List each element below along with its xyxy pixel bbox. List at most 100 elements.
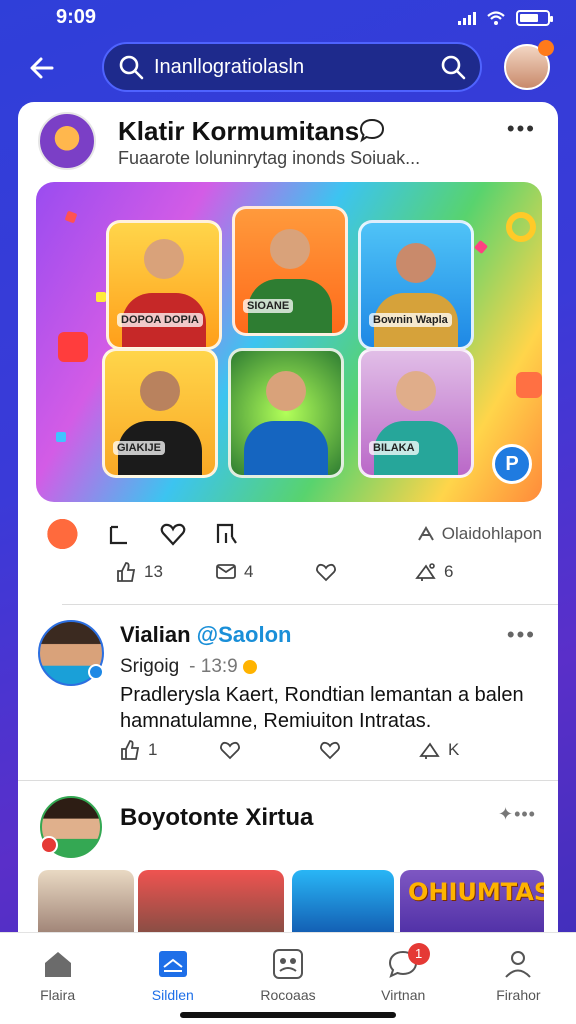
banner-tile: SIOANE [232, 206, 348, 336]
more-options-icon[interactable]: ✦••• [498, 804, 536, 825]
bottom-nav: Flaira Sildlen Rocoaas 1 Virtnan Firahor [0, 932, 576, 1024]
cellular-signal-icon [458, 11, 476, 25]
user-avatar[interactable] [40, 796, 102, 858]
shares-stat[interactable]: 6 [414, 560, 514, 584]
search-submit-icon[interactable] [440, 54, 466, 80]
verified-badge [88, 664, 104, 680]
search-bar[interactable] [102, 42, 482, 92]
comments-count: 4 [244, 562, 254, 581]
heart-outline-icon [316, 563, 336, 582]
post-meta: Srigoig - 13:9 [120, 656, 258, 678]
profile-avatar[interactable] [504, 40, 554, 90]
nav-label: Firahor [496, 987, 541, 1003]
banner-tile [228, 348, 344, 478]
notification-badge: 1 [407, 943, 430, 965]
share-link[interactable]: Olaidohlapon [416, 524, 542, 544]
shares-count: 6 [444, 562, 454, 581]
likes-count: 13 [144, 562, 163, 581]
search-input[interactable] [154, 55, 430, 79]
community-icon [273, 949, 303, 979]
search-icon [119, 55, 144, 80]
heart-icon[interactable] [158, 519, 188, 549]
thumbnail-strip: OHIUMTAS [38, 870, 544, 932]
video-thumbnail[interactable] [292, 870, 394, 932]
post-banner-image[interactable]: DOPOA DOPIA SIOANE Bownin Wapla GIAKIJE [36, 182, 542, 502]
thumbnail-title: OHIUMTAS [408, 878, 544, 906]
user-name[interactable]: Vialian @Saolon [120, 622, 291, 648]
reposts-stat[interactable] [218, 738, 318, 762]
nav-label: Virtnan [381, 987, 426, 1003]
likes-stat[interactable] [318, 738, 418, 762]
profile-icon [505, 951, 532, 978]
home-icon [44, 952, 71, 977]
post-stats: 1 K [118, 738, 518, 762]
replies-count: 1 [148, 740, 158, 759]
thumbs-up-icon [121, 740, 140, 760]
tile-caption: GIAKIJE [113, 441, 166, 455]
post-context: Srigoig [120, 656, 180, 677]
share-arrow-icon [417, 526, 434, 541]
battery-icon [516, 10, 553, 26]
tile-caption: Bownin Wapla [369, 313, 452, 327]
home-indicator [180, 1012, 396, 1018]
user-avatar[interactable] [38, 620, 104, 686]
banner-tile: DOPOA DOPIA [106, 220, 222, 350]
community-avatar[interactable] [38, 112, 96, 170]
post-time: - 13:9 [189, 656, 238, 677]
video-thumbnail[interactable] [38, 870, 134, 932]
bookmark-icon[interactable] [104, 519, 134, 549]
nav-profile[interactable]: Firahor [461, 933, 576, 1024]
repost-icon[interactable] [212, 519, 242, 549]
top-nav [0, 40, 576, 96]
status-bar: 9:09 [0, 0, 576, 36]
user-name-text: Vialian [120, 622, 191, 647]
thumbs-up-icon [117, 562, 136, 582]
post-body: Pradlerysla Kaert, Rondtian lemantan a b… [120, 684, 524, 732]
post-subtitle: Fuaarote loluninrytag inonds Soiuak... [118, 148, 421, 168]
post-title[interactable]: Boyotonte Xirtua [120, 804, 313, 832]
post-community: Klatir Kormumitans ••• Fuaarote loluninr… [18, 102, 558, 602]
heart-outline-icon [220, 741, 240, 760]
status-icons [458, 10, 553, 26]
video-icon [158, 951, 187, 977]
live-indicator [40, 836, 58, 854]
likes-stat[interactable]: 13 [114, 560, 214, 584]
shares-count: K [448, 740, 460, 759]
music-mascot-icon[interactable] [36, 514, 80, 554]
megaphone-icon [419, 742, 440, 759]
video-thumbnail[interactable]: OHIUMTAS [400, 870, 544, 932]
megaphone-icon [415, 563, 436, 581]
reactions-stat[interactable] [314, 560, 414, 584]
more-options-icon[interactable]: ••• [507, 622, 536, 648]
post-title[interactable]: Klatir Kormumitans [118, 116, 359, 147]
tile-caption: DOPOA DOPIA [117, 313, 203, 327]
nav-chat[interactable]: 1 Virtnan [346, 933, 461, 1024]
nav-video[interactable]: Sildlen [115, 933, 230, 1024]
user-handle[interactable]: @Saolon [197, 622, 292, 647]
tile-caption: BILAKA [369, 441, 419, 455]
share-label: Olaidohlapon [441, 524, 542, 543]
nav-home[interactable]: Flaira [0, 933, 115, 1024]
divider [62, 604, 558, 605]
shares-stat[interactable]: K [418, 738, 518, 762]
replies-stat[interactable]: 1 [118, 738, 218, 762]
post-user: Vialian @Saolon ••• Srigoig - 13:9 Pradle… [18, 608, 558, 778]
post-actions: Olaidohlapon [36, 514, 542, 554]
comment-icon [216, 564, 236, 579]
nav-community[interactable]: Rocoaas [230, 933, 345, 1024]
app-logo-icon: P [492, 444, 532, 484]
back-button[interactable] [20, 48, 64, 88]
tile-caption: SIOANE [243, 299, 294, 313]
video-thumbnail[interactable] [138, 870, 284, 932]
status-time: 9:09 [56, 6, 97, 28]
more-options-icon[interactable]: ••• [507, 116, 536, 142]
nav-label: Sildlen [151, 987, 194, 1003]
nav-label: Flaira [40, 987, 76, 1003]
banner-tile: Bownin Wapla [358, 220, 474, 350]
post-stats: 13 4 6 [114, 560, 514, 584]
back-arrow-icon [30, 57, 54, 79]
emoji-icon [243, 659, 258, 674]
comments-stat[interactable]: 4 [214, 560, 314, 584]
nav-label: Rocoaas [260, 987, 316, 1003]
chat-bubble-icon[interactable] [358, 116, 386, 144]
